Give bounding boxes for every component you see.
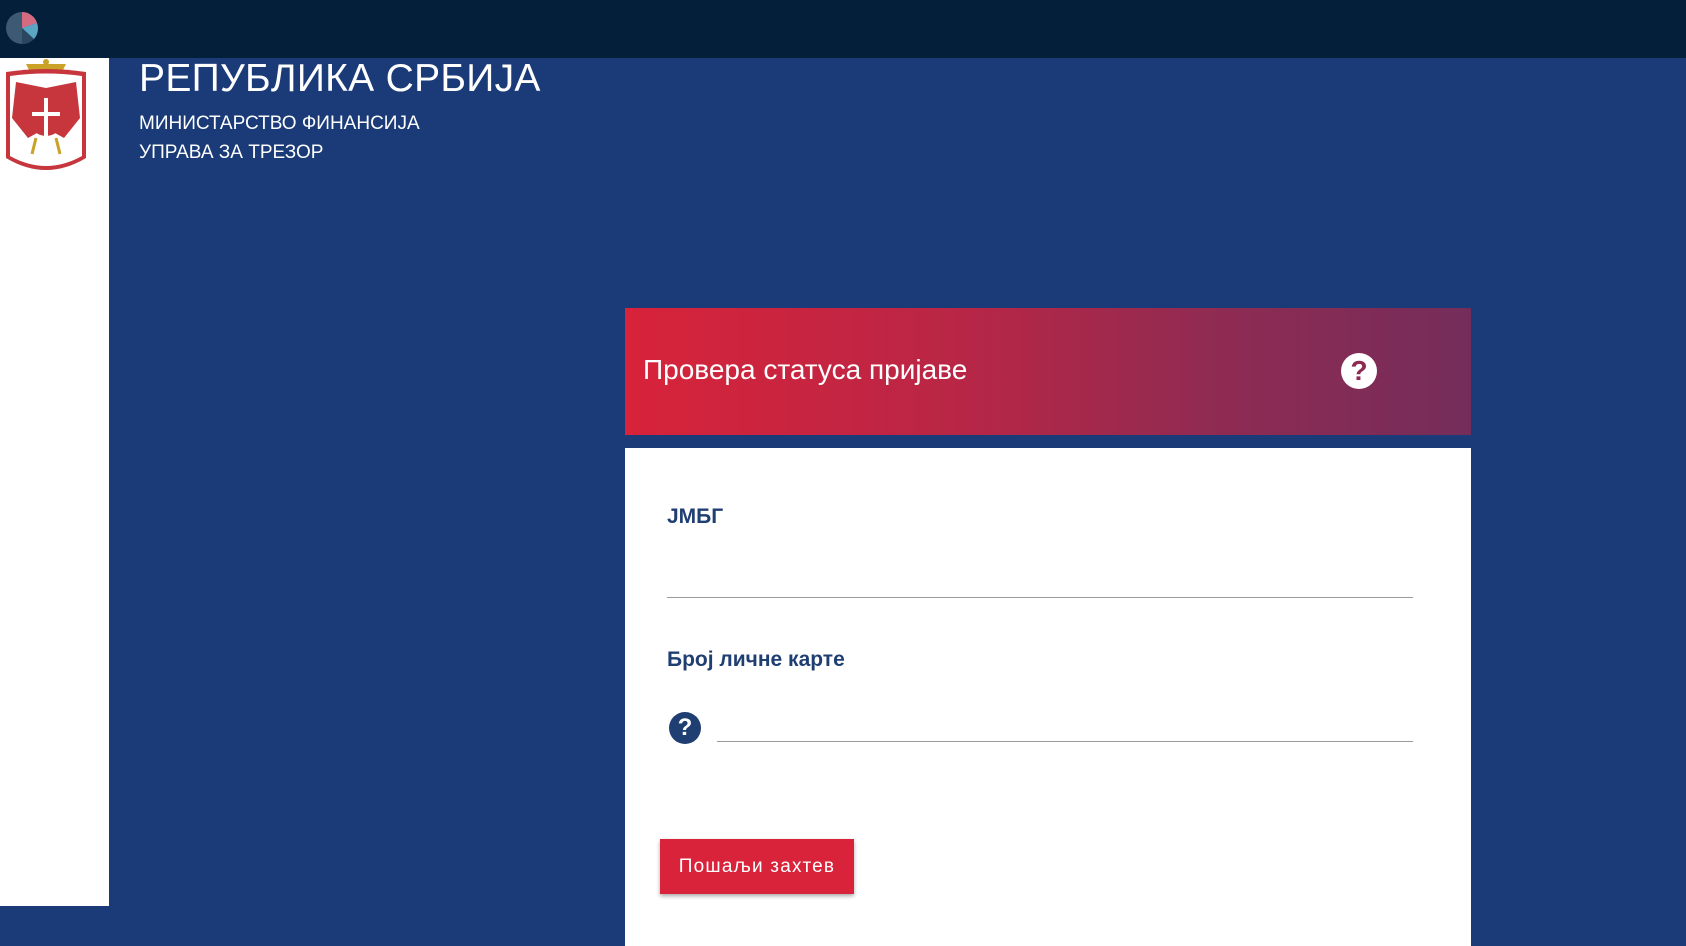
form-card: ЈМБГ Број личне карте ? Пошаљи захтев bbox=[625, 448, 1471, 946]
top-bar bbox=[0, 0, 1686, 58]
jmbg-label: ЈМБГ bbox=[667, 505, 724, 528]
question-icon[interactable]: ? bbox=[669, 712, 701, 744]
jmbg-input[interactable] bbox=[667, 562, 1413, 598]
submit-button[interactable]: Пошаљи захтев bbox=[660, 839, 854, 894]
administration-subtitle: УПРАВА ЗА ТРЕЗОР bbox=[139, 142, 324, 163]
form-header: Провера статуса пријаве ? bbox=[625, 308, 1471, 435]
pie-chart-icon[interactable] bbox=[4, 10, 40, 46]
question-icon[interactable]: ? bbox=[1341, 353, 1377, 389]
serbian-coat-of-arms-icon bbox=[6, 59, 86, 170]
main-area: РЕПУБЛИКА СРБИЈА МИНИСТАРСТВО ФИНАНСИЈА … bbox=[109, 57, 1686, 946]
page-title: РЕПУБЛИКА СРБИЈА bbox=[139, 57, 541, 100]
left-strip bbox=[0, 58, 109, 906]
ministry-subtitle: МИНИСТАРСТВО ФИНАНСИЈА bbox=[139, 113, 420, 134]
id-card-input[interactable] bbox=[717, 706, 1413, 742]
id-card-label: Број личне карте bbox=[667, 648, 845, 671]
form-title: Провера статуса пријаве bbox=[643, 354, 968, 385]
